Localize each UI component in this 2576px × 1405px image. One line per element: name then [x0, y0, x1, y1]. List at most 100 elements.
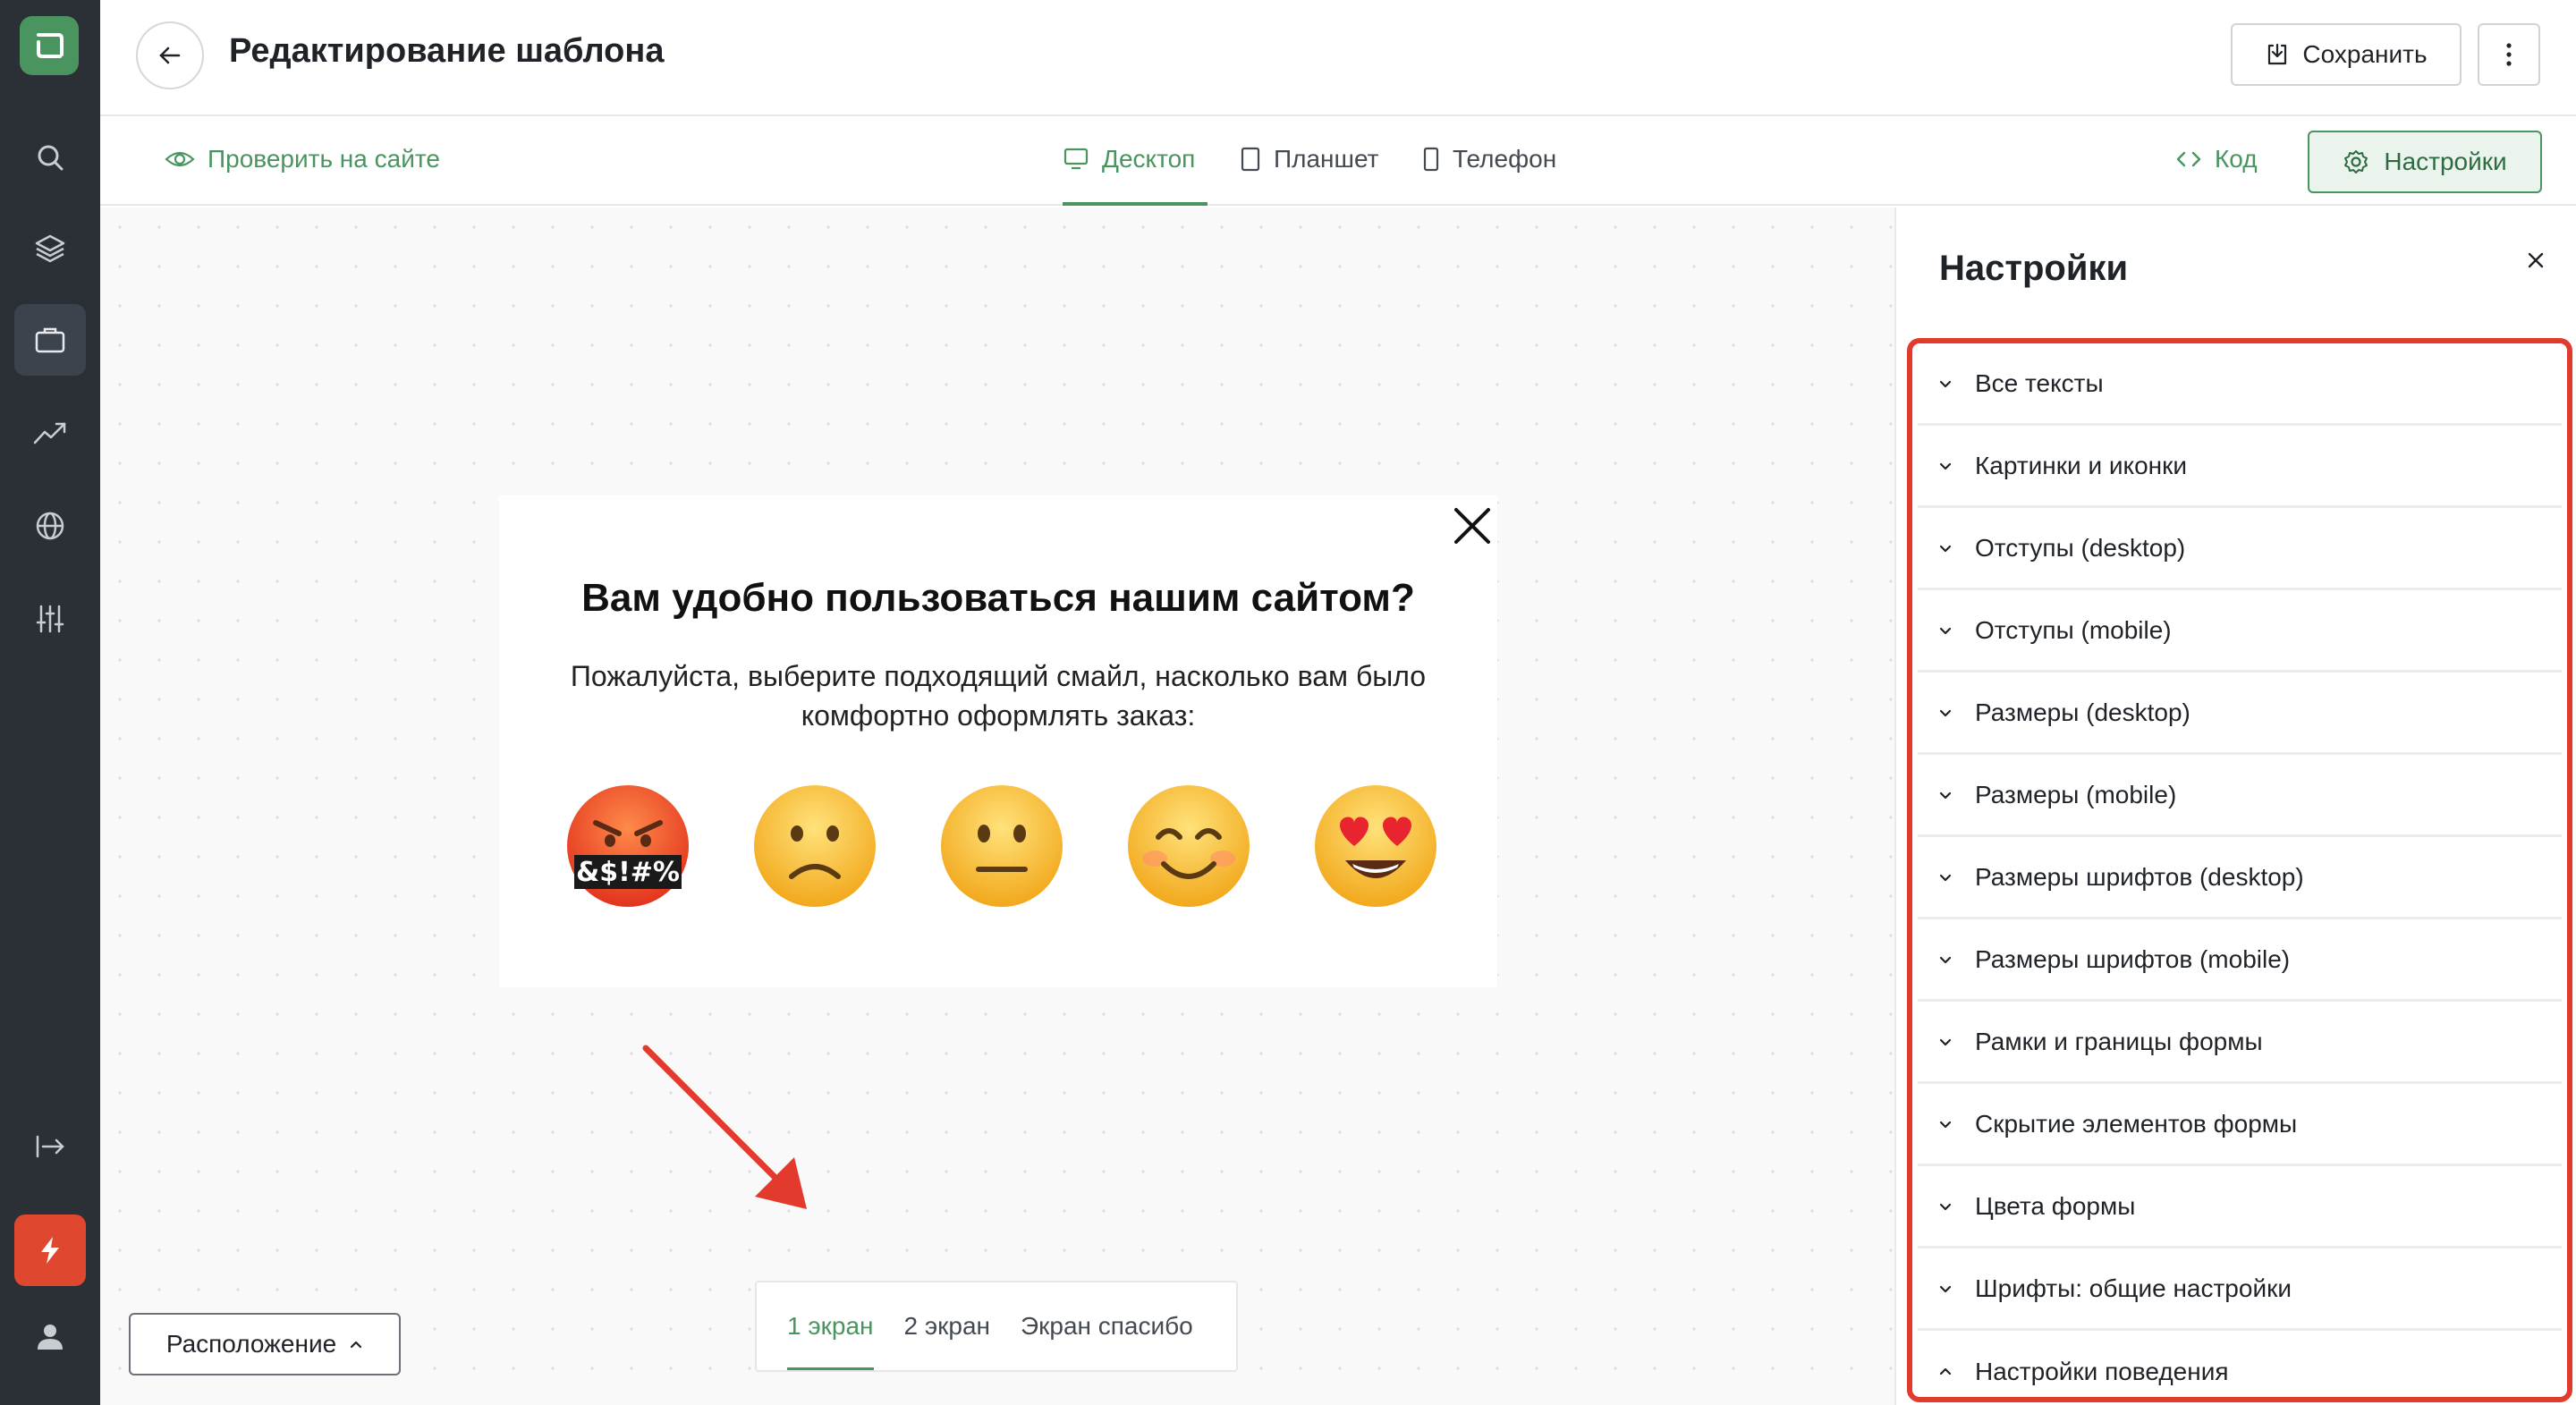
- accordion-item[interactable]: Рамки и границы формы: [1918, 1002, 2562, 1084]
- layers-icon[interactable]: [14, 213, 86, 284]
- search-icon[interactable]: [14, 122, 86, 193]
- chevron-down-icon: [1939, 874, 1952, 881]
- survey-popup[interactable]: Вам удобно пользоваться нашим сайтом? По…: [499, 495, 1497, 987]
- emoji-rating-row: &$!#%: [564, 782, 1440, 910]
- left-sidebar: [0, 0, 100, 1405]
- accordion-item[interactable]: Размеры шрифтов (desktop): [1918, 837, 2562, 919]
- tab-desktop-label: Десктоп: [1102, 145, 1196, 173]
- briefcase-icon[interactable]: [14, 304, 86, 376]
- position-dropdown[interactable]: Расположение: [129, 1313, 401, 1375]
- accordion-item[interactable]: Отступы (desktop): [1918, 508, 2562, 590]
- annotation-arrow-icon: [642, 1045, 807, 1209]
- chevron-down-icon: [1939, 791, 1952, 799]
- tablet-icon: [1241, 147, 1260, 172]
- chevron-down-icon: [1939, 956, 1952, 963]
- tab-tablet-label: Планшет: [1274, 145, 1379, 173]
- accordion-item-label: Настройки поведения: [1975, 1358, 2229, 1385]
- chevron-down-icon: [1939, 462, 1952, 470]
- accordion-item-label: Скрытие элементов формы: [1975, 1109, 2298, 1138]
- accordion-item[interactable]: Отступы (mobile): [1918, 590, 2562, 673]
- chevron-down-icon: [1939, 1038, 1952, 1045]
- code-label: Код: [2215, 145, 2258, 173]
- tab-phone[interactable]: Телефон: [1422, 145, 1556, 174]
- chevron-down-icon: [1939, 1203, 1952, 1210]
- accordion-item-label: Рамки и границы формы: [1975, 1027, 2263, 1055]
- editor-toolbar: Проверить на сайте Десктоп Планшет Телеф…: [100, 116, 2576, 206]
- accordion-item-label: Размеры (desktop): [1975, 698, 2190, 726]
- lightning-bolt-icon[interactable]: [14, 1215, 86, 1286]
- desktop-icon: [1063, 148, 1089, 170]
- popup-title: Вам удобно пользоваться нашим сайтом?: [581, 576, 1415, 620]
- accordion-item-label: Размеры шрифтов (desktop): [1975, 862, 2304, 891]
- eye-icon: [165, 151, 195, 167]
- accordion-item-label: Шрифты: общие настройки: [1975, 1274, 2292, 1302]
- back-arrow-icon[interactable]: [136, 21, 204, 89]
- tab-tablet[interactable]: Планшет: [1240, 145, 1378, 174]
- emoji-censor-text: &$!#%: [576, 857, 680, 888]
- panel-close-icon[interactable]: [2522, 247, 2549, 274]
- code-brackets-icon: [2176, 151, 2201, 167]
- chevron-up-icon: [1939, 1367, 1952, 1375]
- accordion-item-label: Размеры шрифтов (mobile): [1975, 944, 2291, 973]
- save-button[interactable]: Сохранить: [2231, 23, 2462, 86]
- collapse-sidebar-icon[interactable]: [14, 1111, 86, 1182]
- accordion-item-label: Отступы (mobile): [1975, 615, 2172, 644]
- settings-button[interactable]: Настройки: [2308, 131, 2542, 193]
- popup-close-icon[interactable]: [1451, 504, 1494, 547]
- gear-icon: [2344, 150, 2368, 174]
- accordion-item-label: Все тексты: [1975, 368, 2104, 397]
- accordion-item[interactable]: Размеры (mobile): [1918, 755, 2562, 837]
- tab-phone-label: Телефон: [1453, 145, 1557, 173]
- save-button-label: Сохранить: [2302, 40, 2428, 68]
- chevron-up-icon: [351, 1341, 362, 1349]
- frowning-emoji-icon[interactable]: [750, 782, 879, 910]
- popup-description: Пожалуйста, выберите подходящий смайл, н…: [570, 660, 1427, 732]
- more-options-icon[interactable]: [2478, 23, 2540, 86]
- accordion-item[interactable]: Шрифты: общие настройки: [1918, 1248, 2562, 1331]
- top-header: Редактирование шаблона Сохранить: [100, 0, 2576, 116]
- page-title: Редактирование шаблона: [229, 32, 665, 70]
- accordion-item[interactable]: Размеры (desktop): [1918, 673, 2562, 755]
- active-tab-indicator: [1063, 202, 1208, 206]
- settings-accordion: Все тексты Картинки и иконки Отступы (desk…: [1907, 338, 2572, 1402]
- phone-icon: [1423, 147, 1439, 172]
- accordion-item[interactable]: Цвета формы: [1918, 1166, 2562, 1248]
- chevron-down-icon: [1939, 380, 1952, 387]
- accordion-item[interactable]: Картинки и иконки: [1918, 426, 2562, 508]
- user-profile-icon[interactable]: [14, 1300, 86, 1372]
- tab-screen-1[interactable]: 1 экран: [787, 1312, 874, 1370]
- panel-title: Настройки: [1939, 249, 2129, 288]
- accordion-item[interactable]: Все тексты: [1918, 343, 2562, 426]
- position-label: Расположение: [165, 1330, 337, 1358]
- chevron-down-icon: [1939, 1121, 1952, 1128]
- analytics-trend-icon[interactable]: [14, 397, 86, 469]
- settings-label: Настройки: [2384, 148, 2507, 175]
- sliders-settings-icon[interactable]: [14, 583, 86, 655]
- neutral-emoji-icon[interactable]: [937, 782, 1066, 910]
- tab-screen-thanks[interactable]: Экран спасибо: [1021, 1312, 1193, 1341]
- smiling-emoji-icon[interactable]: [1124, 782, 1253, 910]
- save-download-icon: [2268, 43, 2287, 65]
- chevron-down-icon: [1939, 1285, 1952, 1292]
- accordion-item-label: Размеры (mobile): [1975, 780, 2177, 808]
- tab-desktop[interactable]: Десктоп: [1063, 145, 1195, 174]
- settings-panel: Настройки Все тексты Картинки и иконки Отс…: [1894, 207, 2576, 1405]
- editor-canvas[interactable]: Вам удобно пользоваться нашим сайтом? По…: [100, 207, 1894, 1405]
- chevron-down-icon: [1939, 545, 1952, 552]
- app-logo-icon[interactable]: [20, 16, 79, 75]
- check-on-site-link[interactable]: Проверить на сайте: [165, 145, 440, 174]
- screen-tabs: 1 экран 2 экран Экран спасибо: [755, 1281, 1238, 1372]
- check-on-site-label: Проверить на сайте: [208, 145, 440, 173]
- accordion-item[interactable]: Скрытие элементов формы: [1918, 1084, 2562, 1166]
- accordion-item-label: Отступы (desktop): [1975, 533, 2186, 562]
- accordion-item-label: Картинки и иконки: [1975, 451, 2187, 479]
- accordion-item[interactable]: Настройки поведения: [1918, 1331, 2562, 1397]
- heart-eyes-emoji-icon[interactable]: [1311, 782, 1440, 910]
- tab-screen-2[interactable]: 2 экран: [904, 1312, 991, 1341]
- accordion-item[interactable]: Размеры шрифтов (mobile): [1918, 919, 2562, 1002]
- code-button[interactable]: Код: [2175, 145, 2258, 174]
- angry-cursing-emoji-icon[interactable]: &$!#%: [564, 782, 692, 910]
- chevron-down-icon: [1939, 627, 1952, 634]
- chevron-down-icon: [1939, 709, 1952, 716]
- globe-icon[interactable]: [14, 490, 86, 562]
